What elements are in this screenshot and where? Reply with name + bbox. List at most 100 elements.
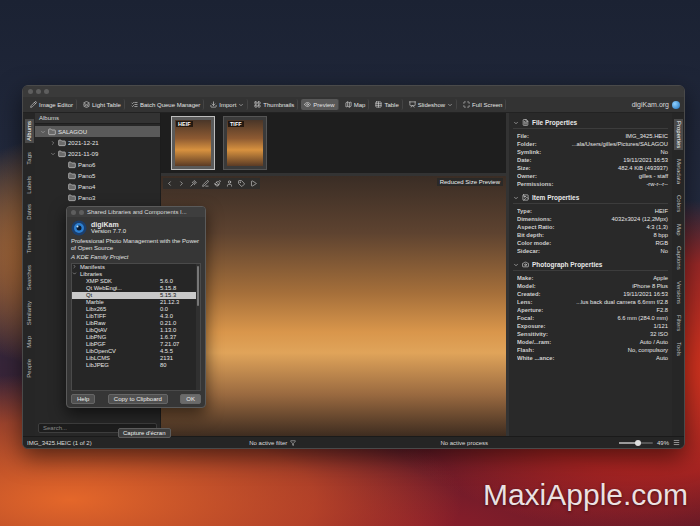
section-header[interactable]: Photograph Properties <box>513 259 668 271</box>
expander[interactable] <box>59 161 66 168</box>
expander[interactable] <box>49 150 56 157</box>
section-icon <box>522 194 529 201</box>
toolbar-button[interactable]: Batch Queue Manager <box>128 99 204 110</box>
preview-tool-icon[interactable] <box>202 180 209 187</box>
album-row[interactable]: SALAGOU <box>35 126 160 137</box>
format-badge: TIFF <box>228 121 244 127</box>
expander[interactable] <box>39 128 46 135</box>
dropdown-icon <box>447 102 453 108</box>
library-row[interactable]: LibPNG1.6.37 <box>72 334 196 341</box>
folder-icon <box>68 172 76 180</box>
expander[interactable] <box>59 183 66 190</box>
album-row[interactable]: Pano3 <box>35 192 160 203</box>
left-tab[interactable]: Albums <box>25 119 34 143</box>
property-row: Color mode:RGB <box>513 239 668 247</box>
tool-icon <box>210 101 217 108</box>
section-header[interactable]: File Properties <box>513 117 668 129</box>
scroll-thumb[interactable] <box>197 266 199 306</box>
minimize-button[interactable] <box>36 89 41 94</box>
filter-icon[interactable] <box>290 440 296 446</box>
album-row[interactable]: Pano6 <box>35 159 160 170</box>
left-tab[interactable]: Map <box>25 334 34 350</box>
globe-icon <box>672 101 680 109</box>
library-row[interactable]: Manifests <box>72 264 196 271</box>
library-row[interactable]: XMP SDK5.6.0 <box>72 278 196 285</box>
preview-tool-icon[interactable] <box>238 180 245 187</box>
library-row[interactable]: LibJPEG80 <box>72 362 196 369</box>
property-row: Permissions:-rw-r--r-- <box>513 180 668 188</box>
expander[interactable] <box>59 172 66 179</box>
tool-icon <box>30 101 37 108</box>
left-tab[interactable]: Searches <box>25 263 34 292</box>
expander[interactable] <box>59 194 66 201</box>
left-tab[interactable]: Tags <box>25 150 34 167</box>
right-tab[interactable]: Versions <box>674 279 683 306</box>
zoom-slider[interactable] <box>619 442 653 444</box>
toolbar-button[interactable]: Import <box>207 99 248 110</box>
left-tab[interactable]: Similarity <box>25 299 34 327</box>
library-row[interactable]: Libraries <box>72 271 196 278</box>
app-description: Professional Photo Management with the P… <box>71 238 201 252</box>
preview-tool-icon[interactable] <box>190 180 197 187</box>
expander[interactable] <box>49 139 56 146</box>
preview-tool-icon[interactable] <box>250 180 257 187</box>
left-tab-strip: Albums Tags Labels Dates Timeline Searches Sim… <box>23 113 35 436</box>
right-tab[interactable]: Metadata <box>674 157 683 186</box>
library-row[interactable]: LibLCMS2131 <box>72 355 196 362</box>
album-row[interactable]: Pano5 <box>35 170 160 181</box>
library-row[interactable]: Qt WebEngi...5.15.8 <box>72 285 196 292</box>
right-tab[interactable]: Colors <box>674 193 683 214</box>
preview-tool-icon[interactable] <box>178 180 185 187</box>
library-row[interactable]: Qt5.15.3 <box>72 292 196 299</box>
minimize-button[interactable] <box>79 210 84 215</box>
library-row[interactable]: LibPGF7.21.07 <box>72 341 196 348</box>
right-tab[interactable]: Map <box>674 222 683 238</box>
right-tab-strip: Properties Metadata Colors Map Captions Versi… <box>672 113 684 436</box>
toolbar-button[interactable]: Preview <box>301 99 338 110</box>
album-row[interactable]: 2021-12-21 <box>35 137 160 148</box>
format-badge: HEIF <box>176 121 193 127</box>
zoom-button[interactable] <box>44 89 49 94</box>
menu-icon[interactable] <box>673 439 680 446</box>
dialog-buttons: Help Copy to Clipboard OK <box>71 393 201 404</box>
library-row[interactable]: Libx2650.0 <box>72 306 196 313</box>
left-tab[interactable]: Labels <box>25 174 34 196</box>
close-button[interactable] <box>71 210 76 215</box>
property-row: Focal:6.6 mm (284.0 mm) <box>513 314 668 322</box>
preview-tool-icon[interactable] <box>226 180 233 187</box>
library-row[interactable]: LibQtAV1.13.0 <box>72 327 196 334</box>
dialog-button[interactable]: Copy to Clipboard <box>108 394 168 404</box>
section-header[interactable]: Item Properties <box>513 192 668 204</box>
left-tab[interactable]: Dates <box>25 202 34 222</box>
right-tab[interactable]: Filters <box>674 313 683 333</box>
album-row[interactable]: Pano4 <box>35 181 160 192</box>
dialog-button[interactable]: OK <box>180 394 201 404</box>
toolbar-button[interactable]: Map <box>342 99 370 110</box>
dialog-button[interactable]: Help <box>71 394 95 404</box>
close-button[interactable] <box>28 89 33 94</box>
toolbar-button[interactable]: Thumbnails <box>251 99 298 110</box>
toolbar-button[interactable]: Slideshow <box>406 99 457 110</box>
right-tab[interactable]: Properties <box>674 119 683 150</box>
preview-tool-icon[interactable] <box>214 180 221 187</box>
right-tab[interactable]: Tools <box>674 340 683 358</box>
library-row[interactable]: LibTIFF4.3.0 <box>72 313 196 320</box>
library-row[interactable]: Marble21.12.3 <box>72 299 196 306</box>
preview-tool-icon[interactable] <box>166 180 173 187</box>
property-row: Model:iPhone 8 Plus <box>513 282 668 290</box>
library-row[interactable]: LibOpenCV4.5.5 <box>72 348 196 355</box>
library-row[interactable]: LibRaw0.21.0 <box>72 320 196 327</box>
right-tab[interactable]: Captions <box>674 244 683 272</box>
thumbnail[interactable]: TIFF <box>223 116 267 170</box>
slider-knob[interactable] <box>635 440 641 446</box>
album-row[interactable]: 2021-11-09 <box>35 148 160 159</box>
left-tab[interactable]: Timeline <box>25 229 34 255</box>
toolbar-button[interactable]: Table <box>372 99 402 110</box>
toolbar-button[interactable]: Full Screen <box>460 99 506 110</box>
dialog-title: Shared Libraries and Components I... <box>67 207 205 217</box>
left-tab[interactable]: People <box>25 357 34 380</box>
toolbar-button[interactable]: Image Editor <box>27 99 77 110</box>
scrollbar[interactable] <box>196 264 200 390</box>
toolbar-button[interactable]: Light Table <box>80 99 125 110</box>
thumbnail[interactable]: HEIF <box>171 116 215 170</box>
